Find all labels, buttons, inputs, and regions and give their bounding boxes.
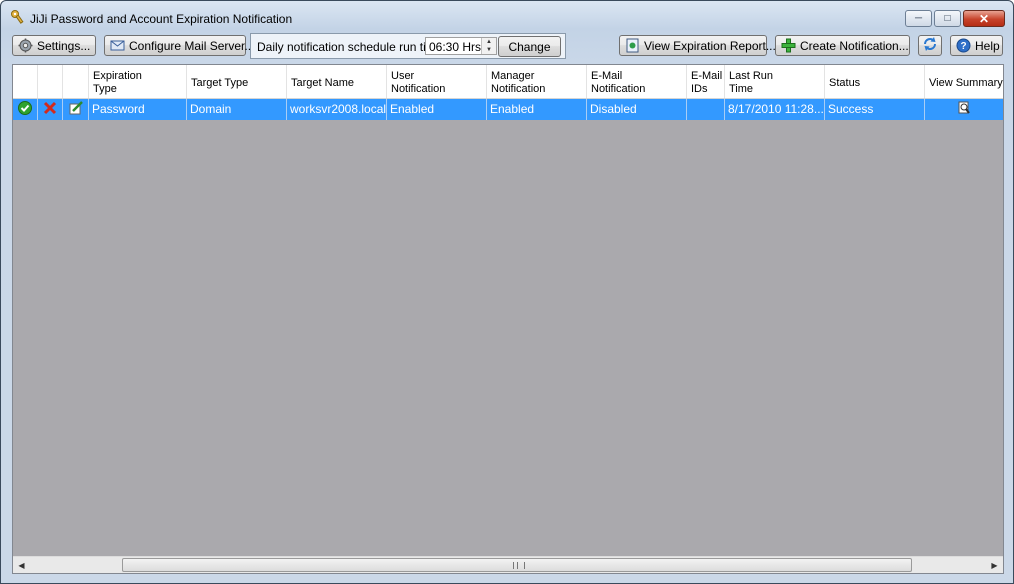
scroll-right-icon[interactable]: ▶ [986,557,1003,573]
header-edit [63,65,89,98]
header-view-summary[interactable]: View Summary [925,65,1003,98]
header-target-name[interactable]: Target Name [287,65,387,98]
header-user-notification[interactable]: User Notification [387,65,487,98]
svg-text:?: ? [960,41,966,52]
schedule-time-field[interactable]: 06:30 Hrs ▲ ▼ [425,37,497,55]
close-button[interactable]: ✕ [963,10,1005,27]
delete-icon[interactable] [43,101,57,118]
cell-last-run-time[interactable]: 8/17/2010 11:28... [725,99,825,120]
mail-server-icon [110,38,125,53]
view-expiration-report-label: View Expiration Report... [644,38,776,53]
cell-view-summary[interactable] [925,99,1003,120]
edit-icon[interactable] [69,101,83,118]
scroll-thumb[interactable] [122,558,912,572]
cell-email-notification[interactable]: Disabled [587,99,687,120]
report-icon [625,38,640,53]
maximize-button[interactable]: □ [934,10,961,27]
enable-icon[interactable] [18,101,32,118]
header-email-notification[interactable]: E-Mail Notification [587,65,687,98]
change-label: Change [508,39,551,54]
header-status[interactable]: Status [825,65,925,98]
help-icon: ? [956,38,971,53]
scroll-left-icon[interactable]: ◀ [13,557,30,573]
table-row[interactable]: Password Domain worksvr2008.local Enable… [13,99,1003,120]
settings-button[interactable]: Settings... [12,35,96,56]
enable-cell[interactable] [13,99,38,120]
delete-cell[interactable] [38,99,63,120]
header-expiration-type[interactable]: Expiration Type [89,65,187,98]
magnifier-icon[interactable] [957,101,971,118]
spin-up-icon[interactable]: ▲ [482,38,496,46]
grid-header: Expiration Type Target Type Target Name U… [13,65,1003,99]
window-title: JiJi Password and Account Expiration Not… [30,12,293,26]
refresh-button[interactable] [918,35,942,56]
schedule-label: Daily notification schedule run time: [257,40,446,54]
horizontal-scrollbar[interactable]: ◀ ▶ [13,556,1003,573]
help-button[interactable]: ? Help [950,35,1003,56]
help-label: Help [975,38,1000,53]
header-email-ids[interactable]: E-Mail IDs [687,65,725,98]
configure-mail-server-button[interactable]: Configure Mail Server... [104,35,254,56]
header-last-run-time[interactable]: Last Run Time [725,65,825,98]
change-button[interactable]: Change [498,36,561,57]
cell-expiration-type[interactable]: Password [89,99,187,120]
title-bar: JiJi Password and Account Expiration Not… [1,1,1013,31]
header-manager-notification[interactable]: Manager Notification [487,65,587,98]
cell-user-notification[interactable]: Enabled [387,99,487,120]
spin-down-icon[interactable]: ▼ [482,46,496,54]
cell-manager-notification[interactable]: Enabled [487,99,587,120]
configure-mail-server-label: Configure Mail Server... [129,38,255,53]
view-expiration-report-button[interactable]: View Expiration Report... [619,35,776,56]
time-spinner[interactable]: ▲ ▼ [481,38,496,54]
minimize-icon: ─ [914,13,923,24]
cell-email-ids[interactable] [687,99,725,120]
grip-icon [513,562,525,569]
close-icon: ✕ [978,11,990,26]
cell-status[interactable]: Success [825,99,925,120]
header-target-type[interactable]: Target Type [187,65,287,98]
create-notification-button[interactable]: Create Notification... [775,35,910,56]
create-notification-label: Create Notification... [800,38,909,53]
refresh-icon [922,36,938,55]
header-enable [13,65,38,98]
settings-label: Settings... [37,38,91,53]
gear-icon [18,38,33,53]
app-window: JiJi Password and Account Expiration Not… [0,0,1014,584]
keys-icon [10,9,26,25]
add-icon [781,38,796,53]
minimize-button[interactable]: ─ [905,10,932,27]
cell-target-type[interactable]: Domain [187,99,287,120]
cell-target-name[interactable]: worksvr2008.local [287,99,387,120]
header-delete [38,65,63,98]
schedule-time-value: 06:30 Hrs [429,40,482,54]
maximize-icon: □ [944,13,951,24]
window-controls: ─ □ ✕ [905,10,1005,27]
notifications-grid: Expiration Type Target Type Target Name U… [12,64,1004,574]
edit-cell[interactable] [63,99,89,120]
